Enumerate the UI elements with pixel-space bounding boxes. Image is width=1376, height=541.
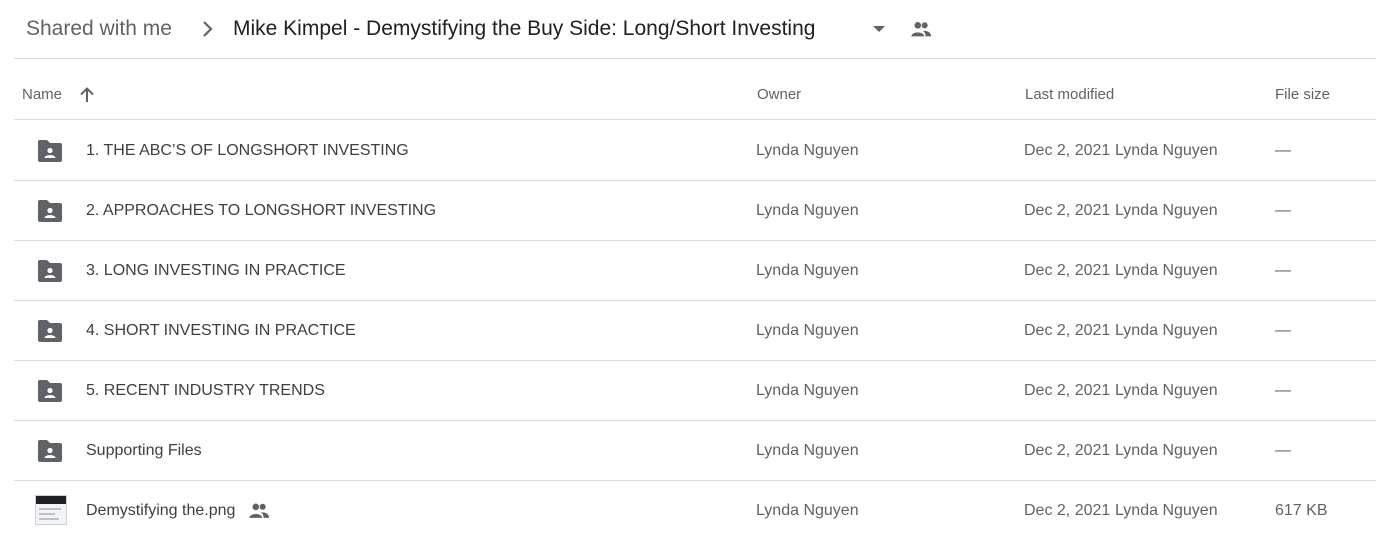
file-list: 1. THE ABC’S OF LONGSHORT INVESTING Lynd… — [14, 121, 1376, 541]
file-size: — — [1275, 262, 1291, 279]
shared-people-icon — [249, 503, 270, 518]
sort-ascending-icon[interactable] — [78, 86, 96, 104]
chevron-right-icon — [203, 21, 213, 37]
column-header-name[interactable]: Name — [22, 86, 62, 104]
table-row[interactable]: Supporting Files Lynda Nguyen Dec 2, 202… — [14, 421, 1376, 481]
column-header-last-modified[interactable]: Last modified — [1025, 86, 1114, 104]
file-name: Supporting Files — [86, 442, 202, 459]
shared-folder-icon — [38, 140, 62, 162]
file-size: — — [1275, 202, 1291, 219]
shared-people-icon[interactable] — [910, 20, 932, 38]
file-size: — — [1275, 382, 1291, 399]
modified-date: Dec 2, 2021 — [1024, 442, 1111, 459]
owner-name: Lynda Nguyen — [756, 322, 859, 339]
shared-folder-icon — [38, 440, 62, 462]
shared-folder-icon — [38, 200, 62, 222]
file-name: 1. THE ABC’S OF LONGSHORT INVESTING — [86, 142, 409, 159]
modified-date: Dec 2, 2021 — [1024, 502, 1111, 519]
breadcrumb: Shared with me Mike Kimpel - Demystifyin… — [0, 0, 1376, 58]
shared-folder-icon — [38, 260, 62, 282]
dropdown-arrow-icon[interactable] — [870, 23, 888, 35]
modified-date: Dec 2, 2021 — [1024, 202, 1111, 219]
modified-date: Dec 2, 2021 — [1024, 322, 1111, 339]
table-row[interactable]: 1. THE ABC’S OF LONGSHORT INVESTING Lynd… — [14, 121, 1376, 181]
breadcrumb-shared-with-me[interactable]: Shared with me — [26, 16, 172, 42]
column-header-owner[interactable]: Owner — [757, 86, 801, 104]
table-row[interactable]: 4. SHORT INVESTING IN PRACTICE Lynda Ngu… — [14, 301, 1376, 361]
modified-by: Lynda Nguyen — [1115, 322, 1218, 339]
table-header: Name Owner Last modified File size — [14, 59, 1376, 120]
file-name: 2. APPROACHES TO LONGSHORT INVESTING — [86, 202, 437, 219]
modified-date: Dec 2, 2021 — [1024, 382, 1111, 399]
modified-by: Lynda Nguyen — [1115, 142, 1218, 159]
file-size: — — [1275, 322, 1291, 339]
modified-by: Lynda Nguyen — [1115, 202, 1218, 219]
owner-name: Lynda Nguyen — [756, 382, 859, 399]
owner-name: Lynda Nguyen — [756, 502, 859, 519]
table-row[interactable]: 5. RECENT INDUSTRY TRENDS Lynda Nguyen D… — [14, 361, 1376, 421]
modified-date: Dec 2, 2021 — [1024, 262, 1111, 279]
column-header-file-size[interactable]: File size — [1275, 86, 1330, 104]
modified-by: Lynda Nguyen — [1115, 262, 1218, 279]
owner-name: Lynda Nguyen — [756, 142, 859, 159]
modified-by: Lynda Nguyen — [1115, 442, 1218, 459]
owner-name: Lynda Nguyen — [756, 442, 859, 459]
image-thumbnail-icon — [35, 495, 67, 525]
table-row[interactable]: 2. APPROACHES TO LONGSHORT INVESTING Lyn… — [14, 181, 1376, 241]
file-name: 4. SHORT INVESTING IN PRACTICE — [86, 322, 356, 339]
shared-folder-icon — [38, 320, 62, 342]
file-name: 3. LONG INVESTING IN PRACTICE — [86, 262, 346, 279]
owner-name: Lynda Nguyen — [756, 202, 859, 219]
modified-by: Lynda Nguyen — [1115, 382, 1218, 399]
file-size: — — [1275, 142, 1291, 159]
table-row[interactable]: Demystifying the.png Lynda Nguyen Dec 2,… — [14, 481, 1376, 541]
file-size: — — [1275, 442, 1291, 459]
modified-date: Dec 2, 2021 — [1024, 142, 1111, 159]
modified-by: Lynda Nguyen — [1115, 502, 1218, 519]
table-row[interactable]: 3. LONG INVESTING IN PRACTICE Lynda Nguy… — [14, 241, 1376, 301]
breadcrumb-current-folder[interactable]: Mike Kimpel - Demystifying the Buy Side:… — [233, 16, 815, 42]
file-size: 617 KB — [1275, 502, 1328, 519]
file-name: 5. RECENT INDUSTRY TRENDS — [86, 382, 325, 399]
file-name: Demystifying the.png — [86, 502, 236, 519]
shared-folder-icon — [38, 380, 62, 402]
owner-name: Lynda Nguyen — [756, 262, 859, 279]
